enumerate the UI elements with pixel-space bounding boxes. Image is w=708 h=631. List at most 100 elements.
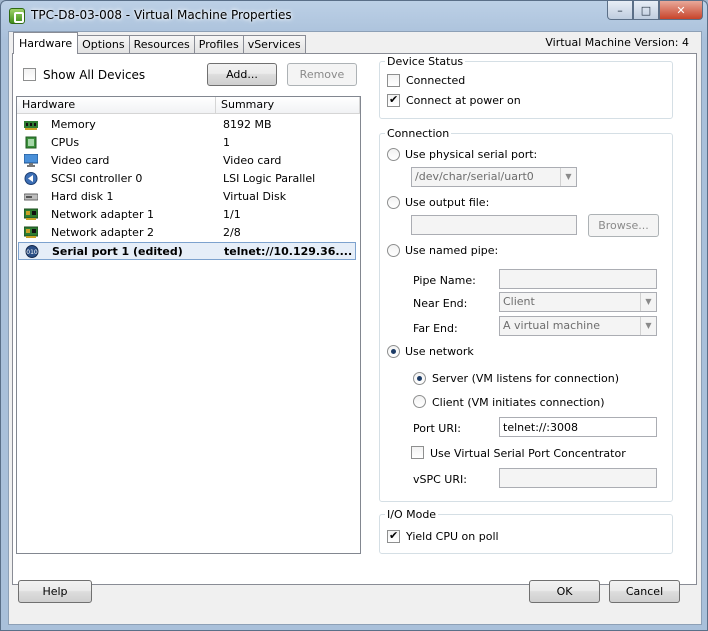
row-name: SCSI controller 0 xyxy=(51,172,143,185)
row-summary: 2/8 xyxy=(223,226,241,239)
serial-port-icon: 010 xyxy=(25,245,39,258)
physical-port-select[interactable]: /dev/char/serial/uart0 ▼ xyxy=(411,167,577,187)
memory-icon xyxy=(24,121,38,130)
maximize-button[interactable]: □ xyxy=(633,1,659,20)
near-end-label: Near End: xyxy=(413,297,468,310)
network-adapter-icon xyxy=(24,208,38,220)
row-summary: LSI Logic Parallel xyxy=(223,172,316,185)
dialog-client: Hardware Options Resources Profiles vSer… xyxy=(8,31,702,625)
column-header-hardware[interactable]: Hardware xyxy=(17,97,216,114)
far-end-select[interactable]: A virtual machine ▼ xyxy=(499,316,657,336)
scsi-controller-icon xyxy=(24,172,38,185)
row-summary: 8192 MB xyxy=(223,118,272,131)
cancel-button[interactable]: Cancel xyxy=(609,580,680,603)
video-card-icon xyxy=(24,154,38,167)
connected-label: Connected xyxy=(406,74,466,87)
row-summary: 1/1 xyxy=(223,208,241,221)
connect-at-power-on-label: Connect at power on xyxy=(406,94,521,107)
hardware-table: Hardware Summary Memory 8192 MB CPUs 1 V… xyxy=(16,96,361,554)
use-network-label: Use network xyxy=(405,345,474,358)
vm-properties-window: TPC-D8-03-008 - Virtual Machine Properti… xyxy=(0,0,708,631)
table-row-network-adapter-1[interactable]: Network adapter 1 1/1 xyxy=(18,206,356,224)
connection-legend: Connection xyxy=(387,127,450,140)
tab-options[interactable]: Options xyxy=(77,35,130,54)
named-pipe-radio[interactable] xyxy=(387,244,400,257)
row-summary: Video card xyxy=(223,154,282,167)
close-button[interactable]: ✕ xyxy=(659,1,703,20)
row-name: Network adapter 2 xyxy=(51,226,154,239)
remove-device-button[interactable]: Remove xyxy=(287,63,357,86)
hard-disk-icon xyxy=(24,193,38,201)
row-name: Video card xyxy=(51,154,110,167)
table-row-serial-port[interactable]: 010 Serial port 1 (edited) telnet://10.1… xyxy=(18,242,356,260)
output-file-label: Use output file: xyxy=(405,196,490,209)
help-button[interactable]: Help xyxy=(18,580,92,603)
physical-port-value: /dev/char/serial/uart0 xyxy=(415,170,534,183)
column-header-summary[interactable]: Summary xyxy=(216,97,360,114)
port-uri-input[interactable] xyxy=(499,417,657,437)
row-name: Hard disk 1 xyxy=(51,190,114,203)
table-row-video-card[interactable]: Video card Video card xyxy=(18,152,356,170)
add-device-button[interactable]: Add... xyxy=(207,63,277,86)
row-summary: telnet://10.129.36.... xyxy=(224,245,353,258)
ok-button[interactable]: OK xyxy=(529,580,600,603)
svg-text:010: 010 xyxy=(26,249,38,256)
tab-profiles[interactable]: Profiles xyxy=(193,35,244,54)
table-row-hard-disk[interactable]: Hard disk 1 Virtual Disk xyxy=(18,188,356,206)
client-radio[interactable] xyxy=(413,395,426,408)
use-network-radio[interactable] xyxy=(387,345,400,358)
yield-cpu-checkbox[interactable] xyxy=(387,529,400,543)
row-summary: 1 xyxy=(223,136,230,149)
near-end-value: Client xyxy=(503,295,535,308)
connect-at-power-on-checkbox[interactable] xyxy=(387,93,400,107)
output-file-input[interactable] xyxy=(411,215,577,235)
row-name: Serial port 1 (edited) xyxy=(52,245,183,258)
vspc-uri-label: vSPC URI: xyxy=(413,473,467,486)
server-label: Server (VM listens for connection) xyxy=(432,372,620,385)
chevron-down-icon: ▼ xyxy=(560,168,576,186)
chevron-down-icon: ▼ xyxy=(640,317,656,335)
table-row-network-adapter-2[interactable]: Network adapter 2 2/8 xyxy=(18,224,356,242)
row-name: Memory xyxy=(51,118,96,131)
hardware-tab-panel: Show All Devices Add... Remove Hardware … xyxy=(12,53,697,585)
row-name: CPUs xyxy=(51,136,80,149)
output-file-radio[interactable] xyxy=(387,196,400,209)
tab-hardware[interactable]: Hardware xyxy=(13,32,79,54)
table-row-scsi-controller[interactable]: SCSI controller 0 LSI Logic Parallel xyxy=(18,170,356,188)
port-uri-label: Port URI: xyxy=(413,422,461,435)
cpu-icon xyxy=(25,136,37,149)
table-row-memory[interactable]: Memory 8192 MB xyxy=(18,116,356,134)
physical-serial-port-label: Use physical serial port: xyxy=(405,148,538,161)
show-all-devices-label: Show All Devices xyxy=(43,68,146,82)
tab-resources[interactable]: Resources xyxy=(128,35,195,54)
far-end-label: Far End: xyxy=(413,322,458,335)
table-row-cpus[interactable]: CPUs 1 xyxy=(18,134,356,152)
row-summary: Virtual Disk xyxy=(223,190,287,203)
tab-vservices[interactable]: vServices xyxy=(242,35,306,54)
use-vspc-label: Use Virtual Serial Port Concentrator xyxy=(430,447,626,460)
title-bar[interactable]: TPC-D8-03-008 - Virtual Machine Properti… xyxy=(1,1,707,31)
show-all-devices-checkbox[interactable] xyxy=(23,68,36,81)
chevron-down-icon: ▼ xyxy=(640,293,656,311)
browse-button[interactable]: Browse... xyxy=(588,214,659,237)
row-name: Network adapter 1 xyxy=(51,208,154,221)
near-end-select[interactable]: Client ▼ xyxy=(499,292,657,312)
pipe-name-label: Pipe Name: xyxy=(413,274,476,287)
port-uri-text[interactable] xyxy=(500,418,656,436)
use-vspc-checkbox[interactable] xyxy=(411,446,424,459)
window-title: TPC-D8-03-008 - Virtual Machine Properti… xyxy=(31,8,292,22)
connected-checkbox[interactable] xyxy=(387,74,400,87)
server-radio[interactable] xyxy=(413,372,426,385)
physical-serial-port-radio[interactable] xyxy=(387,148,400,161)
pipe-name-input[interactable] xyxy=(499,269,657,289)
vm-version-label: Virtual Machine Version: 4 xyxy=(545,36,689,49)
device-status-legend: Device Status xyxy=(387,55,464,68)
client-label: Client (VM initiates connection) xyxy=(432,396,605,409)
window-controls: – □ ✕ xyxy=(607,1,703,20)
named-pipe-label: Use named pipe: xyxy=(405,244,499,257)
minimize-button[interactable]: – xyxy=(607,1,633,20)
far-end-value: A virtual machine xyxy=(503,319,600,332)
vspc-uri-input[interactable] xyxy=(499,468,657,488)
io-mode-legend: I/O Mode xyxy=(387,508,437,521)
tab-strip: Hardware Options Resources Profiles vSer… xyxy=(13,32,306,54)
